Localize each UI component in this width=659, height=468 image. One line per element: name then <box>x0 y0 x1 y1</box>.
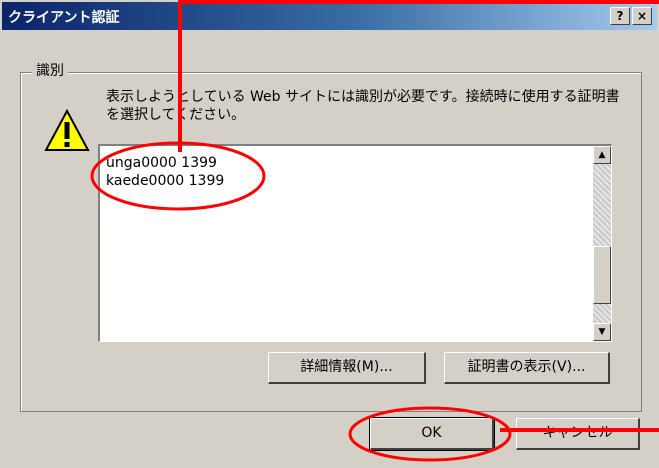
annotation-line-top <box>178 0 659 4</box>
list-item[interactable]: unga0000 1399 <box>106 154 224 172</box>
ok-button[interactable]: OK <box>369 417 495 451</box>
scroll-down-icon[interactable]: ▼ <box>593 323 611 341</box>
annotation-line-vertical <box>178 0 182 152</box>
certificate-list[interactable]: unga0000 1399 kaede0000 1399 ▲ ▼ <box>98 144 612 342</box>
close-button[interactable]: × <box>632 7 652 25</box>
list-scrollbar[interactable]: ▲ ▼ <box>593 146 611 341</box>
cancel-button[interactable]: キャンセル <box>516 418 640 450</box>
warning-icon <box>44 108 90 151</box>
client-auth-dialog: クライアント認証 ? × 識別 表示しようとしている Web サイトには識別が必… <box>0 0 659 468</box>
scroll-thumb[interactable] <box>593 246 611 304</box>
view-certificate-button[interactable]: 証明書の表示(V)... <box>444 352 610 384</box>
list-item[interactable]: kaede0000 1399 <box>106 172 224 190</box>
instruction-message: 表示しようとしている Web サイトには識別が必要です。接続時に使用する証明書を… <box>106 89 620 123</box>
certificate-items: unga0000 1399 kaede0000 1399 <box>106 154 224 190</box>
details-button[interactable]: 詳細情報(M)... <box>268 352 426 384</box>
group-label: 識別 <box>32 60 68 80</box>
annotation-line-bottom <box>500 428 659 432</box>
window-title: クライアント認証 <box>8 10 120 26</box>
title-bar: クライアント認証 ? × <box>2 2 657 30</box>
help-button[interactable]: ? <box>610 7 630 25</box>
scroll-up-icon[interactable]: ▲ <box>593 146 611 164</box>
